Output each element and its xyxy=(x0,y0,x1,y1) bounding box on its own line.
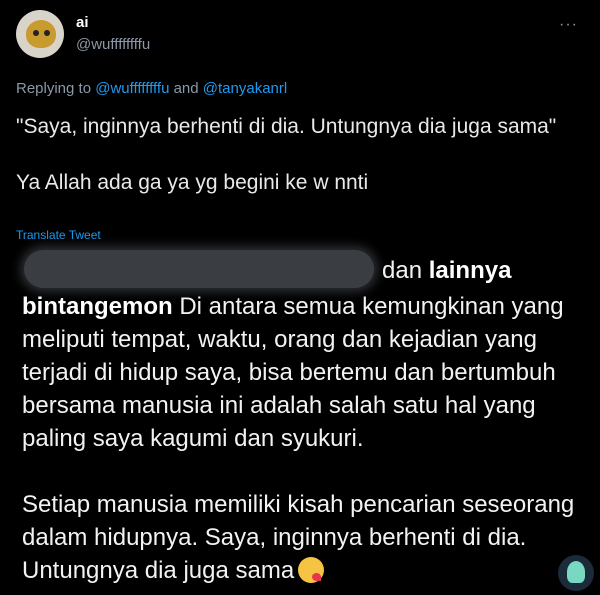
caption-line: meliputi tempat, waktu, orang dan kejadi… xyxy=(22,326,537,353)
reply-mention-link[interactable]: @wuffffffffu xyxy=(95,80,169,97)
redacted-usernames xyxy=(24,250,374,288)
caption-text: Di antara semua kemungkinan yang xyxy=(172,293,564,320)
caption-line: dalam hidupnya. Saya, inginnya berhenti … xyxy=(22,524,527,551)
replying-to: Replying to @wuffffffffu and @tanyakanrl xyxy=(16,80,287,97)
caption-text: dan xyxy=(382,257,429,284)
caption-line: bersama manusia ini adalah salah satu ha… xyxy=(22,392,536,419)
author-handle[interactable]: @wuffffffffu xyxy=(76,36,150,53)
caption-line: paling saya kagumi dan syukuri. xyxy=(22,425,364,452)
reply-mention-link[interactable]: @tanyakanrl xyxy=(203,80,287,97)
caption-line: Setiap manusia memiliki kisah pencarian … xyxy=(22,491,575,518)
translate-tweet-link[interactable]: Translate Tweet xyxy=(16,228,101,242)
kiss-emoji-icon xyxy=(298,557,325,583)
username-link[interactable]: bintangemon xyxy=(22,293,173,320)
avatar-eye-right xyxy=(44,30,50,36)
reply-and: and xyxy=(169,80,203,97)
caption-line: bintangemon Di antara semua kemungkinan … xyxy=(22,290,564,323)
avatar-head xyxy=(26,20,56,48)
others-link[interactable]: lainnya xyxy=(429,257,512,284)
avatar[interactable] xyxy=(16,10,64,58)
caption-line: Untungnya dia juga sama xyxy=(22,554,325,587)
more-options-icon[interactable]: ··· xyxy=(559,16,578,34)
author-name[interactable]: ai xyxy=(76,14,89,31)
sticker-icon xyxy=(558,555,594,591)
caption-line: terjadi di hidup saya, bisa bertemu dan … xyxy=(22,359,556,386)
tweet-body: "Saya, inginnya berhenti di dia. Untungn… xyxy=(16,115,557,194)
caption-line: dan lainnya xyxy=(382,254,511,287)
avatar-eye-left xyxy=(33,30,39,36)
reply-prefix: Replying to xyxy=(16,80,96,97)
caption-text: Untungnya dia juga sama xyxy=(22,557,295,584)
